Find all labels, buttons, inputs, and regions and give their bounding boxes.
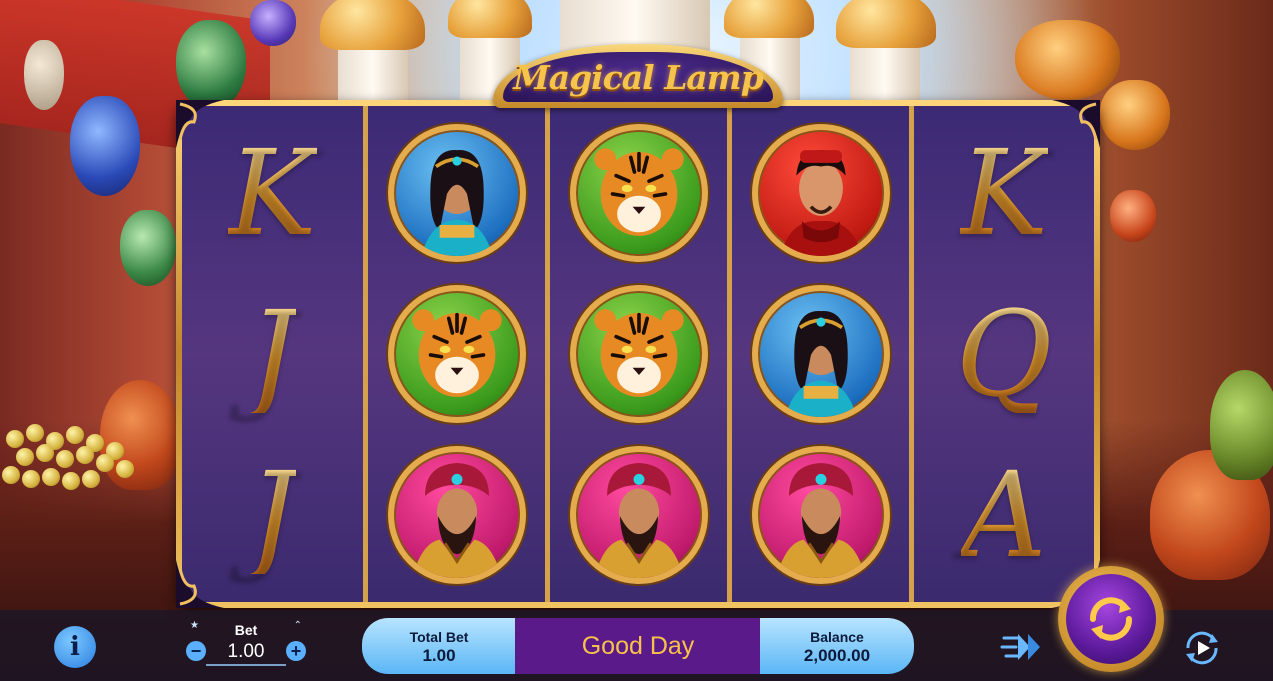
symbol-letter: J — [248, 446, 297, 585]
letter-j-symbol: J — [200, 281, 346, 427]
info-icon: i — [70, 632, 80, 662]
reel-5: KQA — [914, 106, 1094, 602]
palace-dome — [320, 0, 425, 50]
frame-corner-ornament — [176, 560, 224, 608]
reel-1: KJJ — [182, 106, 368, 602]
reel-grid: KJJ KQA — [182, 106, 1094, 602]
frame-corner-ornament — [176, 100, 224, 148]
symbol-letter: K — [959, 123, 1049, 262]
spin-button[interactable] — [1058, 566, 1164, 672]
princess-symbol — [748, 281, 894, 427]
symbol-letter: K — [228, 123, 317, 262]
lantern — [1100, 80, 1170, 150]
sultan-medallion — [751, 446, 890, 585]
lantern — [250, 0, 296, 46]
sultan-medallion — [387, 446, 526, 585]
info-button[interactable]: i — [54, 626, 96, 668]
sultan-medallion — [569, 446, 708, 585]
letter-q-symbol: Q — [931, 281, 1077, 427]
autoplay-button[interactable] — [1180, 626, 1224, 670]
lantern — [1110, 190, 1156, 242]
autoplay-icon — [1186, 631, 1218, 665]
sultan-symbol — [384, 442, 530, 588]
tiger-medallion — [387, 284, 526, 423]
palace-dome — [724, 0, 814, 38]
fast-forward-icon — [1000, 634, 1040, 660]
bet-label: Bet — [234, 622, 258, 638]
palace-dome — [448, 0, 532, 38]
reel-3 — [550, 106, 732, 602]
tiger-medallion — [569, 123, 708, 262]
hero-medallion — [751, 123, 890, 262]
symbol-letter: J — [248, 284, 297, 423]
sultan-symbol — [748, 442, 894, 588]
game-title: Magical Lamp — [513, 57, 764, 97]
bet-underline — [206, 664, 286, 666]
balance-panel: Balance 2,000.00 — [760, 618, 914, 674]
reel-2 — [368, 106, 550, 602]
plus-icon: + — [290, 641, 302, 661]
reel-frame: KJJ KQA — [176, 100, 1100, 608]
balance-value: 2,000.00 — [803, 646, 871, 665]
princess-symbol — [384, 120, 530, 266]
palace-dome — [836, 0, 936, 48]
symbol-letter: A — [961, 446, 1047, 585]
total-bet-label: Total Bet — [409, 629, 469, 645]
fruit-basket — [0, 420, 140, 510]
symbol-letter: Q — [955, 284, 1053, 423]
reel-4 — [732, 106, 914, 602]
lantern — [120, 210, 176, 286]
lantern — [24, 40, 64, 110]
tiger-symbol — [566, 281, 712, 427]
tiger-symbol — [566, 120, 712, 266]
total-bet-panel: Total Bet 1.00 — [362, 618, 516, 674]
hero-symbol — [748, 120, 894, 266]
lantern — [70, 96, 140, 196]
tiger-symbol — [384, 281, 530, 427]
sultan-symbol — [566, 442, 712, 588]
princess-medallion — [387, 123, 526, 262]
lantern — [1015, 20, 1120, 100]
frame-corner-ornament — [1052, 100, 1100, 148]
balance-label: Balance — [810, 629, 864, 645]
message-display: Good Day — [515, 618, 761, 674]
bet-increase-button[interactable]: + — [286, 641, 306, 661]
melon — [1210, 370, 1273, 480]
lantern — [176, 20, 246, 110]
spin-arrows-icon — [1090, 597, 1132, 641]
turbo-button[interactable] — [1000, 630, 1044, 664]
tiger-medallion — [569, 284, 708, 423]
princess-medallion — [751, 284, 890, 423]
total-bet-value: 1.00 — [422, 646, 456, 665]
bet-control: ★ ⌃ Bet − 1.00 + — [184, 620, 308, 670]
